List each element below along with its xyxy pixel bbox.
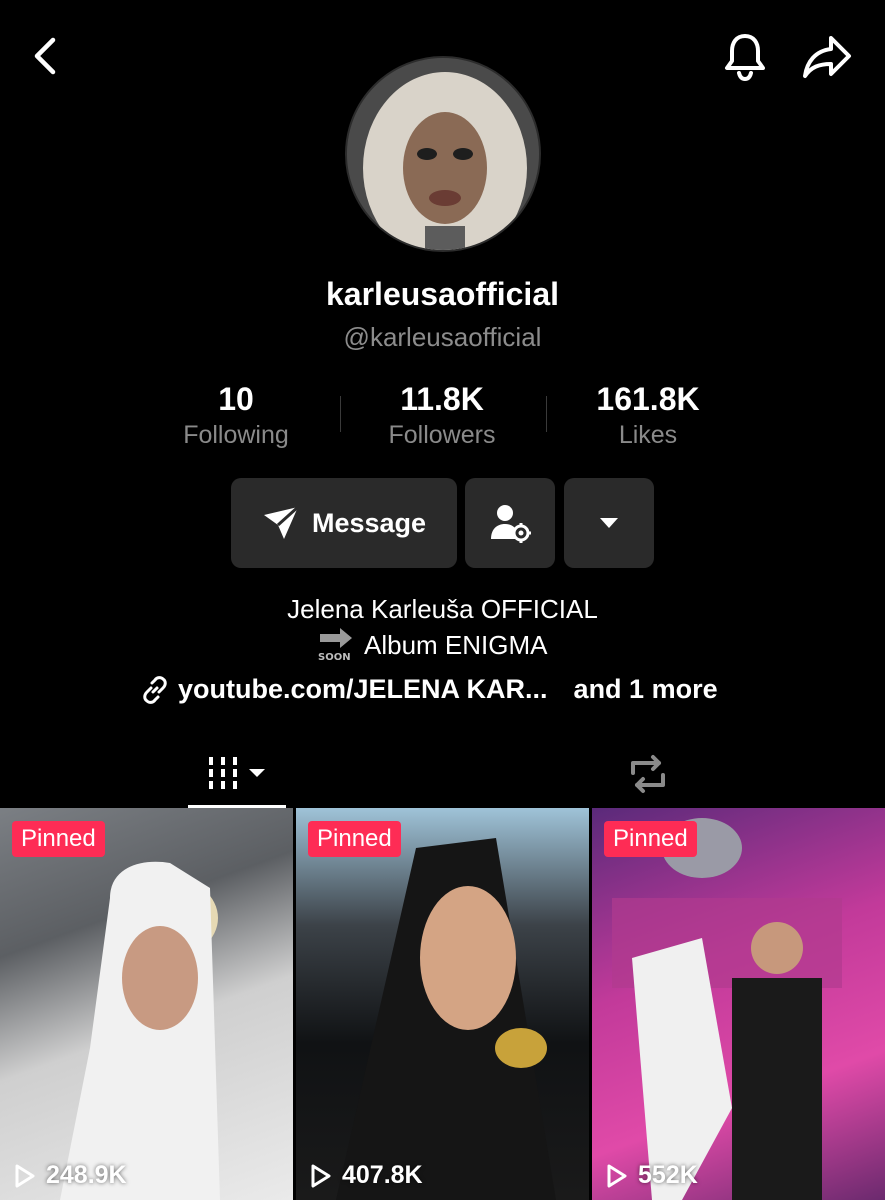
soon-arrow-icon: SOON	[316, 628, 356, 663]
chevron-left-icon	[34, 37, 56, 75]
message-label: Message	[311, 507, 427, 538]
bio-line-2: SOON Album ENIGMA	[316, 628, 548, 663]
content-tabs	[0, 740, 885, 808]
view-count: 407.8K	[310, 1161, 423, 1190]
video-thumbnail	[60, 861, 220, 1200]
username-handle: @karleusaofficial	[343, 322, 542, 352]
view-count-text: 552K	[638, 1161, 698, 1189]
video-grid: Pinned 248.9K Pinned 407.8K Pinned 552K	[0, 808, 885, 1200]
view-count: 552K	[606, 1161, 698, 1190]
view-count: 248.9K	[14, 1161, 127, 1190]
share-button[interactable]	[798, 30, 856, 84]
stat-followers[interactable]: 11.8K Followers	[342, 380, 542, 452]
bio-link-row: youtube.com/JELENA KAR... and 1 more	[140, 674, 718, 705]
followers-label: Followers	[388, 421, 496, 449]
notification-bell-button[interactable]	[718, 30, 772, 84]
back-button[interactable]	[22, 32, 70, 80]
video-thumbnail	[612, 818, 842, 1200]
view-count-text: 248.9K	[46, 1161, 127, 1189]
soon-badge-text: SOON	[318, 652, 351, 662]
pinned-badge: Pinned	[604, 821, 697, 857]
view-count-text: 407.8K	[342, 1161, 423, 1189]
tab-reposts[interactable]	[600, 740, 696, 808]
play-icon	[607, 1164, 627, 1187]
avatar-photo	[347, 58, 539, 250]
video-thumbnail	[336, 838, 556, 1200]
video-tile[interactable]: Pinned 552K	[592, 808, 885, 1200]
bio-link-more[interactable]: and 1 more	[574, 674, 718, 705]
pinned-badge: Pinned	[308, 821, 401, 857]
bio-link[interactable]: youtube.com/JELENA KAR...	[178, 674, 548, 705]
repost-icon	[631, 755, 665, 793]
stat-likes[interactable]: 161.8K Likes	[548, 380, 748, 452]
play-icon	[311, 1164, 331, 1187]
caret-down-icon	[600, 518, 618, 528]
play-icon	[15, 1164, 35, 1187]
followers-count: 11.8K	[400, 381, 484, 417]
pinned-badge: Pinned	[12, 821, 105, 857]
user-gear-icon	[491, 505, 531, 543]
following-count: 10	[218, 381, 254, 417]
stat-divider	[340, 396, 341, 432]
video-tile[interactable]: Pinned 248.9K	[0, 808, 293, 1200]
likes-label: Likes	[618, 421, 678, 449]
message-button[interactable]: Message	[231, 478, 457, 568]
following-label: Following	[183, 421, 289, 449]
bio-line-1: Jelena Karleuša OFFICIAL	[287, 594, 598, 624]
send-plane-icon	[263, 505, 299, 539]
link-icon	[143, 675, 167, 704]
stat-divider	[546, 396, 547, 432]
bell-icon	[725, 34, 765, 82]
profile-stats: 10 Following 11.8K Followers 161.8K Like…	[0, 380, 885, 460]
likes-count: 161.8K	[596, 381, 700, 417]
bio-album-text: Album ENIGMA	[364, 629, 548, 660]
share-arrow-icon	[803, 36, 851, 78]
more-options-button[interactable]	[564, 478, 654, 568]
stat-following[interactable]: 10 Following	[136, 380, 336, 452]
display-name: karleusaofficial	[326, 276, 559, 312]
friend-settings-button[interactable]	[465, 478, 555, 568]
video-grid-icon	[209, 756, 265, 789]
profile-avatar[interactable]	[345, 56, 541, 252]
tab-videos[interactable]	[188, 740, 286, 808]
video-tile[interactable]: Pinned 407.8K	[296, 808, 589, 1200]
